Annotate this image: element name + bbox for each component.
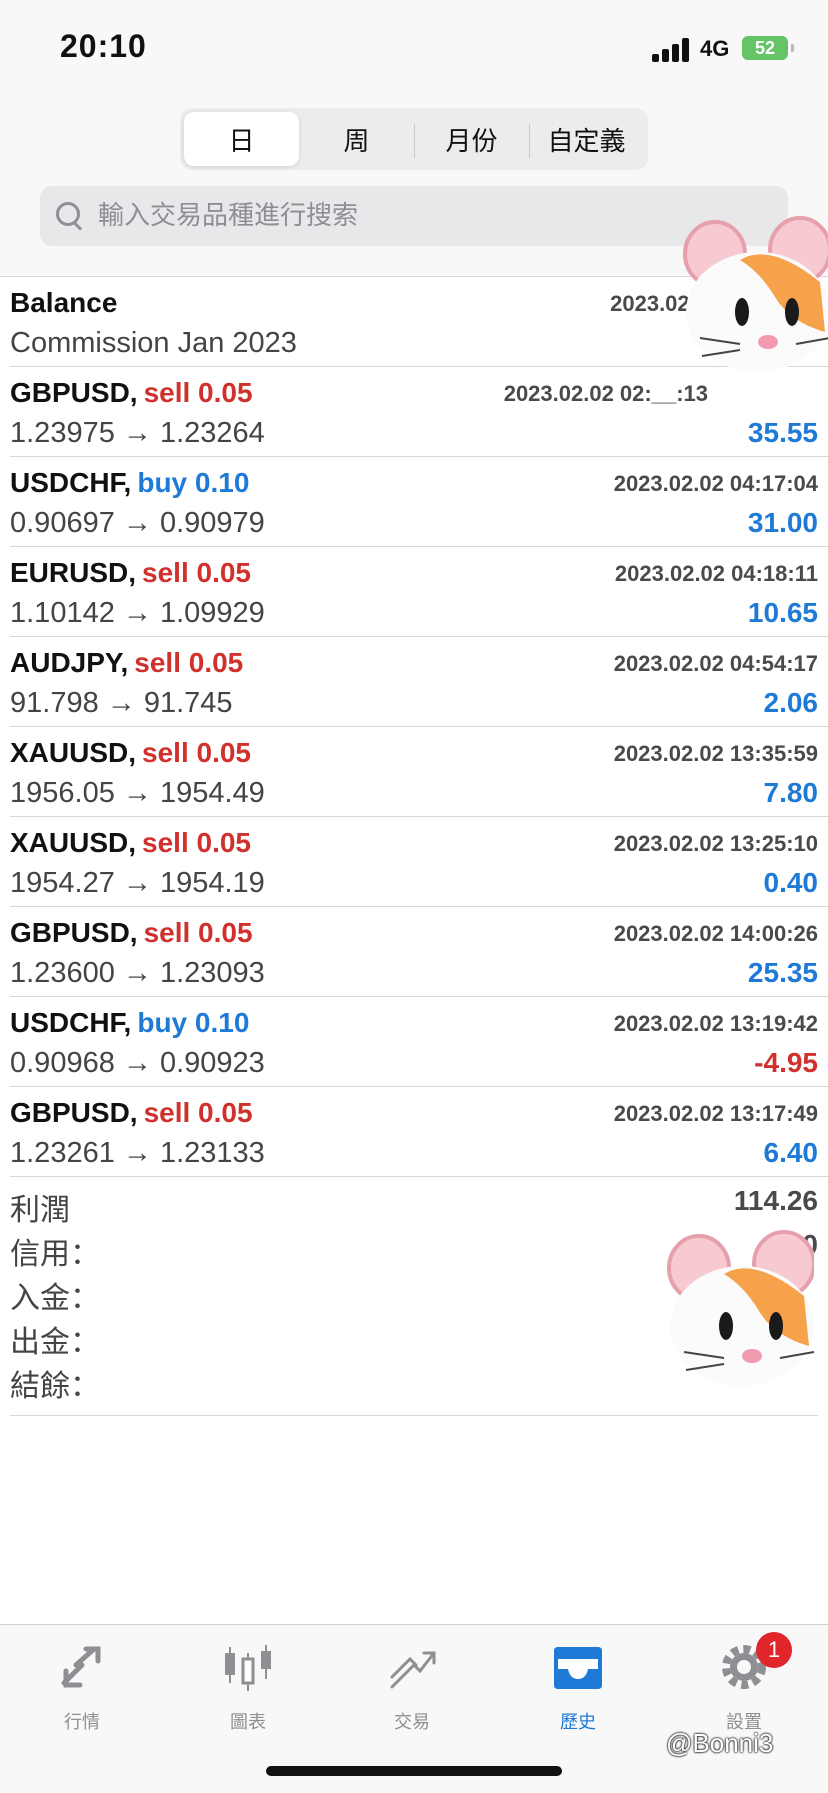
trade-time: 2023.02.02 13:17:49 (613, 1101, 818, 1126)
battery-level: 52 (754, 37, 776, 58)
network-type: 4G (700, 36, 730, 61)
trade-side: sell 0.05 (143, 917, 253, 948)
segment-custom[interactable]: 自定義 (529, 112, 644, 166)
tab-quotes[interactable]: 行情 (22, 1639, 142, 1734)
search-input[interactable] (96, 200, 740, 232)
trade-time: 2023.02.02 13:25:10 (613, 831, 818, 856)
trade-prices: 1956.05 → 1954.49 (10, 777, 265, 809)
hamster-emoji-overlay (667, 1230, 814, 1386)
balance-comment: Commission Jan 2023 (10, 327, 297, 359)
trade-row[interactable]: XAUUSD, sell 0.05 2023.02.02 13:35:59 195… (10, 727, 828, 817)
tab-trade[interactable]: 交易 (352, 1639, 472, 1734)
status-bar: 20:10 4G 52 (0, 0, 828, 100)
trade-symbol: GBPUSD, (10, 917, 138, 948)
trade-prices: 0.90697 → 0.90979 (10, 507, 265, 539)
trade-side: buy 0.10 (137, 1007, 250, 1038)
trade-symbol: USDCHF, (10, 467, 132, 498)
trade-prices: 1954.27 → 1954.19 (10, 867, 265, 899)
trade-symbol: EURUSD, (10, 557, 137, 588)
quotes-arrows-icon (61, 1646, 101, 1688)
trade-trend-icon (390, 1651, 436, 1689)
tab-label: 圖表 (230, 1712, 266, 1733)
trade-side: sell 0.05 (142, 737, 251, 768)
trade-row[interactable]: XAUUSD, sell 0.05 2023.02.02 13:25:10 195… (10, 817, 828, 907)
summary-label: 結餘： (10, 1369, 100, 1404)
segment-week[interactable]: 周 (299, 112, 414, 166)
trade-prices: 1.23975 → 1.23264 (10, 417, 265, 449)
trade-profit: 10.65 (747, 597, 818, 628)
trade-row[interactable]: USDCHF, buy 0.10 2023.02.02 04:17:04 0.90… (10, 457, 828, 547)
trade-symbol: GBPUSD, (10, 377, 138, 408)
trade-prices: 0.90968 → 0.90923 (10, 1047, 265, 1079)
trade-symbol: GBPUSD, (10, 1097, 138, 1128)
history-list: Balance 2023.02.0 Commission Jan 2023 GB… (0, 277, 828, 1177)
tab-label: 歷史 (560, 1712, 596, 1733)
trade-side: sell 0.05 (142, 827, 251, 858)
trade-row[interactable]: GBPUSD, sell 0.05 2023.02.02 14:00:26 1.2… (10, 907, 828, 997)
trade-profit: 35.55 (747, 417, 818, 448)
trade-profit: 7.80 (763, 777, 819, 808)
period-segmented-control: 日 周 月份 自定義 (180, 108, 648, 170)
trade-time: 2023.02.02 04:18:11 (614, 561, 818, 586)
battery-icon: 52 (742, 36, 794, 60)
balance-title: Balance (10, 287, 118, 318)
trade-symbol: AUDJPY, (10, 647, 129, 678)
trade-side: sell 0.05 (143, 377, 253, 408)
home-indicator[interactable] (266, 1766, 562, 1776)
trade-prices: 91.798 → 91.745 (10, 687, 233, 719)
tab-label: 行情 (64, 1712, 100, 1733)
trade-time: 2023.02.02 04:54:17 (613, 651, 818, 676)
trade-row[interactable]: USDCHF, buy 0.10 2023.02.02 13:19:42 0.90… (10, 997, 828, 1087)
trade-side: sell 0.05 (134, 647, 244, 678)
trade-side: sell 0.05 (142, 557, 251, 588)
trade-symbol: USDCHF, (10, 1007, 132, 1038)
trade-profit: 25.35 (747, 957, 818, 988)
search-bar[interactable] (40, 186, 788, 246)
search-icon (56, 202, 84, 231)
trade-side: buy 0.10 (137, 467, 250, 498)
segment-month[interactable]: 月份 (414, 112, 529, 166)
trade-prices: 1.23600 → 1.23093 (10, 957, 265, 989)
trade-prices: 1.23261 → 1.23133 (10, 1137, 265, 1169)
status-time: 20:10 (60, 28, 147, 64)
trade-row[interactable]: AUDJPY, sell 0.05 2023.02.02 04:54:17 91.… (10, 637, 828, 727)
candlestick-chart-icon (225, 1645, 271, 1691)
trade-symbol: XAUUSD, (10, 827, 137, 858)
segment-day[interactable]: 日 (184, 112, 299, 166)
trade-time: 2023.02.02 04:17:04 (613, 471, 818, 496)
watermark: @Bonni3 (666, 1728, 774, 1758)
signal-icon (652, 38, 692, 62)
trade-row[interactable]: GBPUSD, sell 0.05 2023.02.02 13:17:49 1.2… (10, 1087, 828, 1177)
trade-profit: 0.40 (763, 867, 819, 898)
trade-profit: 2.06 (763, 687, 819, 718)
inbox-tray-icon (554, 1647, 602, 1689)
trade-time: 2023.02.02 13:35:59 (613, 741, 818, 766)
settings-notification-badge: 1 (756, 1632, 792, 1668)
trade-row[interactable]: EURUSD, sell 0.05 2023.02.02 04:18:11 1.1… (10, 547, 828, 637)
tab-history[interactable]: 歷史 (518, 1639, 638, 1734)
trade-profit: -4.95 (754, 1047, 818, 1078)
trade-symbol: XAUUSD, (10, 737, 137, 768)
trade-time: 2023.02.02 02:__:13 (503, 381, 708, 406)
tab-label: 交易 (394, 1712, 430, 1733)
trade-row[interactable]: GBPUSD, sell 0.05 2023.02.02 02:__:13 1.2… (10, 367, 828, 457)
trade-time: 2023.02.02 13:19:42 (613, 1011, 818, 1036)
hamster-emoji-overlay (683, 216, 828, 372)
trade-side: sell 0.05 (143, 1097, 253, 1128)
trade-profit: 6.40 (763, 1137, 819, 1168)
summary-value: 114.26 (733, 1185, 818, 1216)
tab-chart[interactable]: 圖表 (188, 1639, 308, 1734)
trade-profit: 31.00 (747, 507, 818, 538)
trade-time: 2023.02.02 14:00:26 (613, 921, 818, 946)
trade-prices: 1.10142 → 1.09929 (10, 597, 265, 629)
summary-row: 利潤 114.26 (10, 1177, 818, 1228)
